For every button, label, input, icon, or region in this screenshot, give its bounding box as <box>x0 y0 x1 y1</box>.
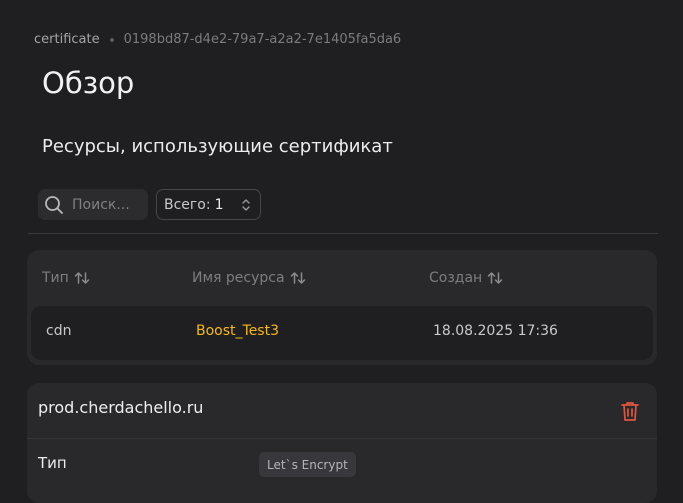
column-header-type[interactable]: Тип <box>42 270 90 286</box>
breadcrumb-separator <box>109 37 114 42</box>
sort-icon <box>487 272 503 284</box>
certificate-type-badge: Let`s Encrypt <box>259 452 356 477</box>
cell-created: 18.08.2025 17:36 <box>433 323 558 339</box>
column-header-label: Имя ресурса <box>192 270 285 286</box>
total-value: 1 <box>214 196 224 213</box>
page-title: Обзор <box>42 66 135 100</box>
search-input[interactable] <box>72 196 138 213</box>
total-count-select[interactable]: Всего: 1 <box>156 189 261 220</box>
divider <box>28 233 658 234</box>
total-label: Всего: <box>164 196 211 213</box>
column-header-label: Тип <box>42 270 69 286</box>
cell-type: cdn <box>46 323 72 339</box>
column-header-created[interactable]: Создан <box>429 270 503 286</box>
sort-icon <box>290 272 305 284</box>
resource-name-link[interactable]: Boost_Test3 <box>196 323 279 339</box>
divider <box>27 438 657 439</box>
chevron-updown-icon <box>242 199 250 211</box>
breadcrumb-current-id: 0198bd87-d4e2-79a7-a2a2-7e1405fa5da6 <box>123 32 402 47</box>
sort-icon <box>74 272 90 284</box>
property-label-type: Тип <box>38 454 67 472</box>
breadcrumb-parent-link[interactable]: certificate <box>34 32 100 47</box>
section-title: Ресурсы, использующие сертификат <box>42 136 393 157</box>
breadcrumb: certificate 0198bd87-d4e2-79a7-a2a2-7e14… <box>34 32 401 47</box>
search-icon <box>45 195 63 214</box>
certificate-domain: prod.cherdachello.ru <box>38 398 204 417</box>
column-header-label: Создан <box>429 270 483 286</box>
column-header-name[interactable]: Имя ресурса <box>192 270 306 286</box>
table-row[interactable] <box>31 306 653 360</box>
search-box[interactable] <box>38 189 148 220</box>
trash-icon[interactable] <box>620 400 640 422</box>
